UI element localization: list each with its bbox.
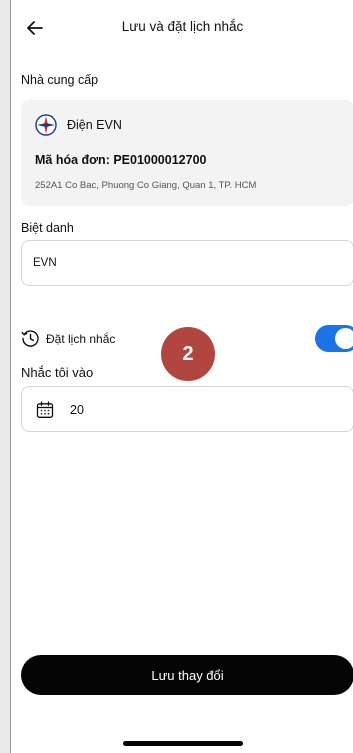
nickname-value: EVN [33,257,57,269]
provider-name: Điện EVN [67,118,122,132]
toggle-knob [335,328,353,349]
bill-code: Mã hóa đơn: PE01000012700 [35,153,207,167]
reminder-row: Đặt lịch nhắc [21,329,115,348]
remind-at-label: Nhắc tôi vào [21,365,94,380]
home-indicator [123,741,243,746]
save-changes-button[interactable]: Lưu thay đổi [21,655,353,695]
calendar-icon [36,401,54,418]
reminder-toggle[interactable] [315,325,353,352]
provider-card: Điện EVN Mã hóa đơn: PE01000012700 252A1… [21,100,353,206]
remind-at-value: 20 [70,403,84,417]
provider-section-label: Nhà cung cấp [21,73,99,87]
step-badge: 2 [161,327,215,381]
page-title: Lưu và đặt lịch nhắc [121,19,244,34]
provider-row: Điện EVN [35,114,122,136]
remind-at-field[interactable]: 20 [21,386,353,432]
clock-history-icon [21,330,39,347]
header: Lưu và đặt lịch nhắc [11,0,353,56]
evn-logo-icon [35,114,57,136]
reminder-label: Đặt lịch nhắc [46,331,116,346]
address: 252A1 Co Bac, Phuong Co Giang, Quan 1, T… [35,180,257,191]
nickname-label: Biệt danh [21,221,74,235]
nickname-input[interactable]: EVN [21,240,353,286]
